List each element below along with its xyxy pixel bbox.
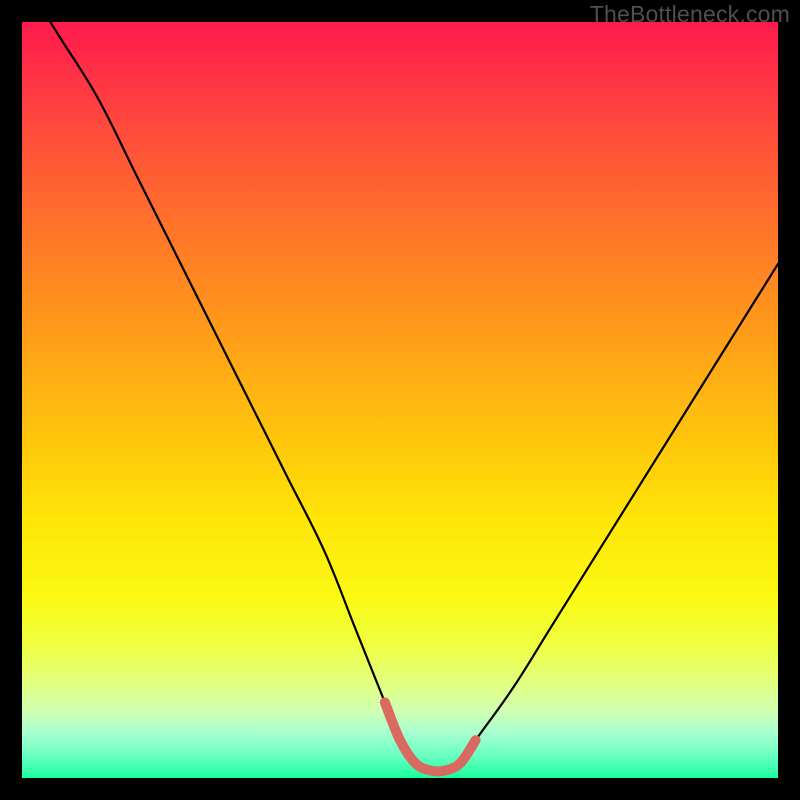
curve-layer [22, 22, 778, 778]
plot-area [22, 22, 778, 778]
flat-highlight [385, 702, 476, 771]
chart-frame: TheBottleneck.com [0, 0, 800, 800]
bottleneck-curve [22, 0, 778, 771]
